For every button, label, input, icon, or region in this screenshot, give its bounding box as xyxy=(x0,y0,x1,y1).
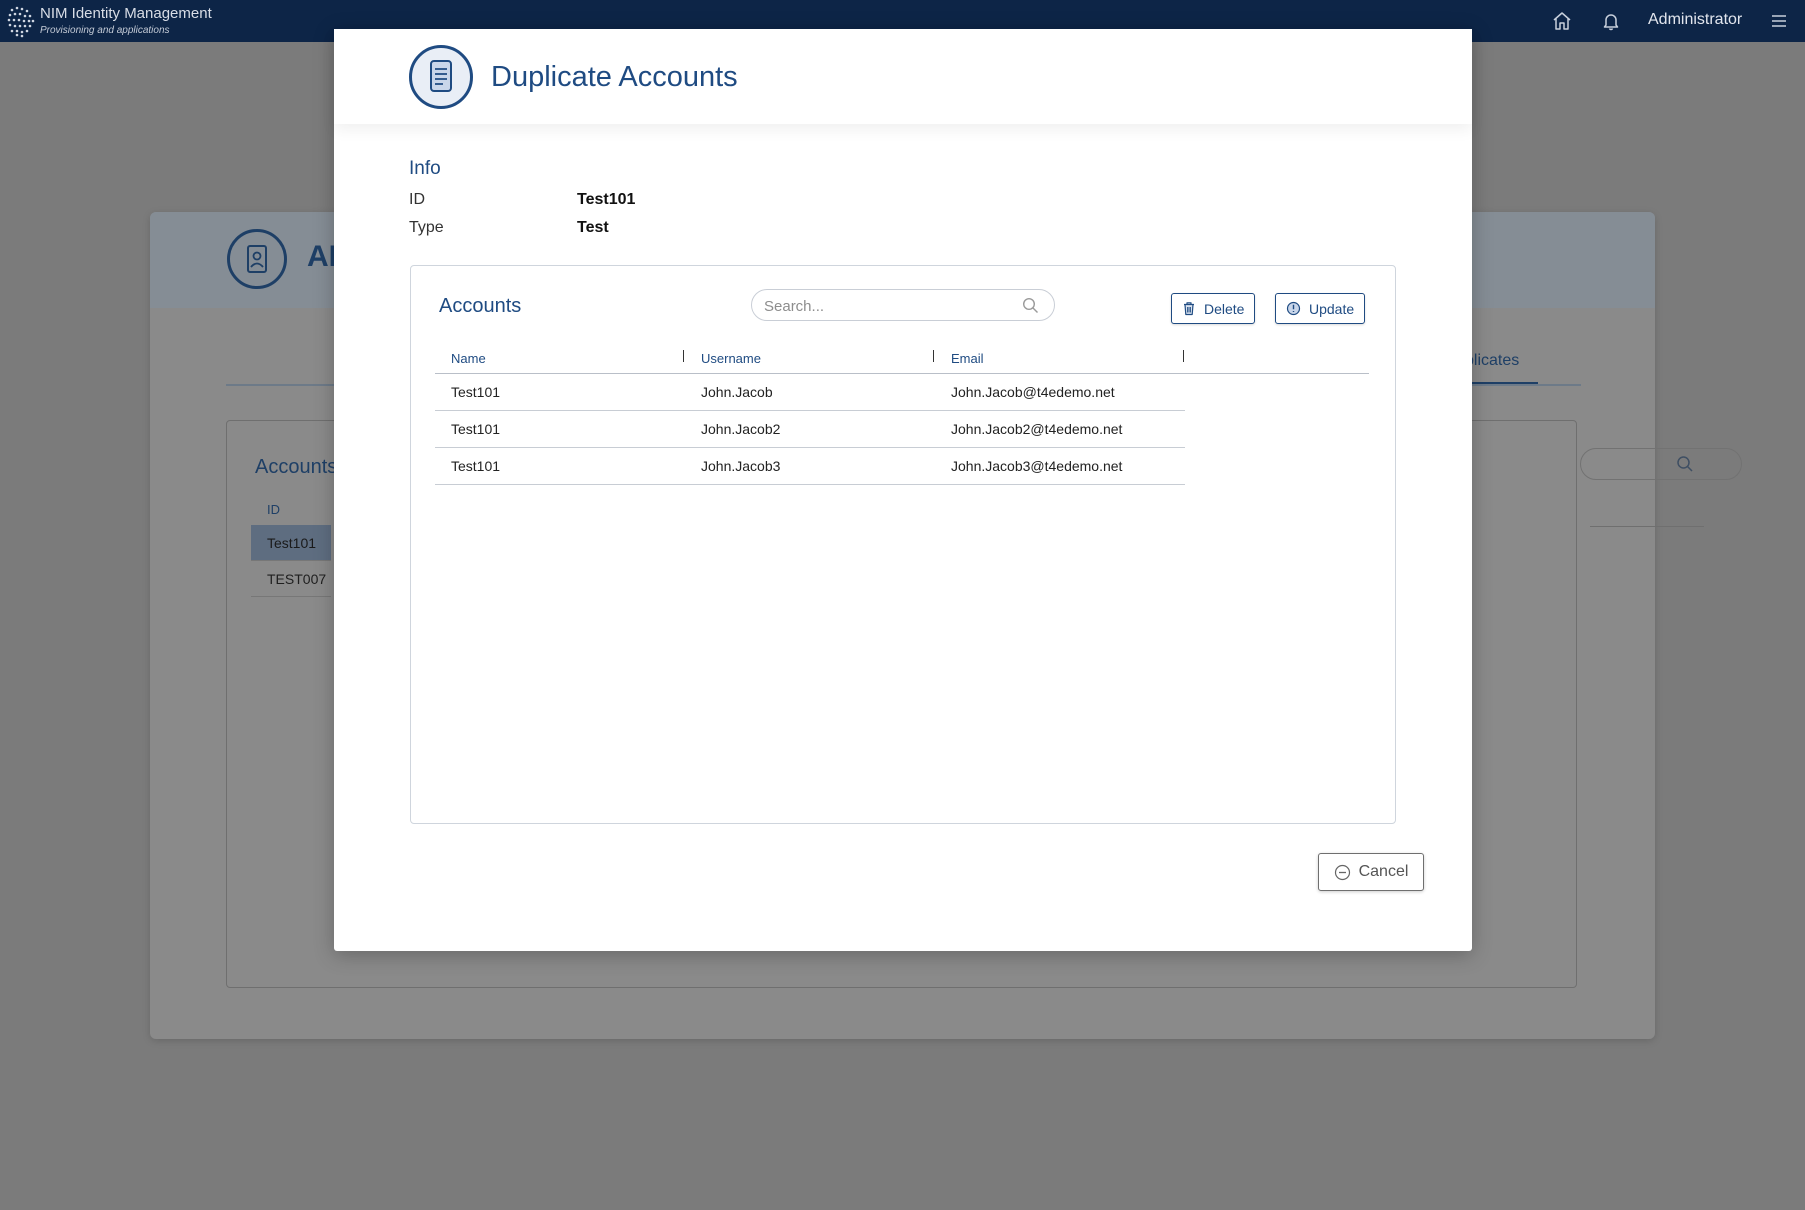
app-subtitle: Provisioning and applications xyxy=(40,25,170,36)
type-label: Type xyxy=(409,219,444,236)
contact-card-icon xyxy=(227,229,287,289)
duplicate-accounts-dialog: Duplicate Accounts Info ID Test101 Type … xyxy=(334,29,1472,951)
column-resize-handle[interactable] xyxy=(683,350,684,362)
id-value: Test101 xyxy=(577,191,636,208)
column-header-email[interactable]: Email xyxy=(951,351,984,366)
id-label: ID xyxy=(409,191,425,208)
column-resize-handle[interactable] xyxy=(1183,350,1184,362)
cancel-button-label: Cancel xyxy=(1358,863,1409,880)
background-id-column-header: ID xyxy=(267,502,280,517)
background-accounts-title: Accounts xyxy=(255,456,338,478)
home-icon[interactable] xyxy=(1551,10,1573,32)
column-resize-handle[interactable] xyxy=(933,350,934,362)
background-search-input[interactable] xyxy=(1580,448,1742,480)
update-button-label: Update xyxy=(1309,300,1355,317)
update-icon xyxy=(1286,301,1301,316)
trash-icon xyxy=(1184,302,1194,316)
search-icon xyxy=(1677,456,1693,472)
search-icon[interactable] xyxy=(1022,297,1039,314)
cell-username: John.Jacob2 xyxy=(701,421,781,437)
cancel-button[interactable]: Cancel xyxy=(1318,853,1424,891)
cell-email: John.Jacob@t4edemo.net xyxy=(951,384,1115,400)
document-icon xyxy=(409,45,473,109)
dialog-title: Duplicate Accounts xyxy=(491,61,738,93)
app-title: NIM Identity Management xyxy=(40,5,212,22)
background-list-item[interactable]: Test101 xyxy=(251,525,331,561)
row-divider xyxy=(435,410,1185,411)
cell-username: John.Jacob3 xyxy=(701,458,781,474)
minus-circle-icon xyxy=(1334,864,1350,880)
delete-button[interactable]: Delete xyxy=(1171,293,1256,324)
row-divider xyxy=(435,484,1185,485)
delete-button-label: Delete xyxy=(1204,300,1245,317)
search-input[interactable] xyxy=(762,290,1016,322)
dialog-header: Duplicate Accounts xyxy=(334,29,1472,124)
cell-name: Test101 xyxy=(451,384,501,400)
background-list-item[interactable]: TEST007 xyxy=(251,561,331,597)
info-heading: Info xyxy=(409,158,441,179)
logo-icon xyxy=(7,6,35,38)
search-field[interactable] xyxy=(751,289,1055,322)
bell-icon[interactable] xyxy=(1600,10,1622,32)
column-header-name[interactable]: Name xyxy=(451,351,486,366)
tab-duplicates[interactable]: plicates xyxy=(1465,352,1519,370)
cell-email: John.Jacob2@t4edemo.net xyxy=(951,421,1123,437)
accounts-panel: Accounts Delete Update Name Userna xyxy=(410,265,1396,824)
cell-name: Test101 xyxy=(451,421,501,437)
cell-name: Test101 xyxy=(451,458,501,474)
background-table-line xyxy=(1590,526,1704,527)
update-button[interactable]: Update xyxy=(1275,293,1366,324)
user-menu[interactable]: Administrator xyxy=(1648,11,1742,29)
row-divider xyxy=(435,447,1185,448)
hamburger-menu-icon[interactable] xyxy=(1768,10,1790,32)
cell-email: John.Jacob3@t4edemo.net xyxy=(951,458,1123,474)
type-value: Test xyxy=(577,219,609,236)
table-header-divider xyxy=(435,373,1369,374)
cell-username: John.Jacob xyxy=(701,384,773,400)
accounts-title: Accounts xyxy=(439,295,522,317)
column-header-username[interactable]: Username xyxy=(701,351,761,366)
